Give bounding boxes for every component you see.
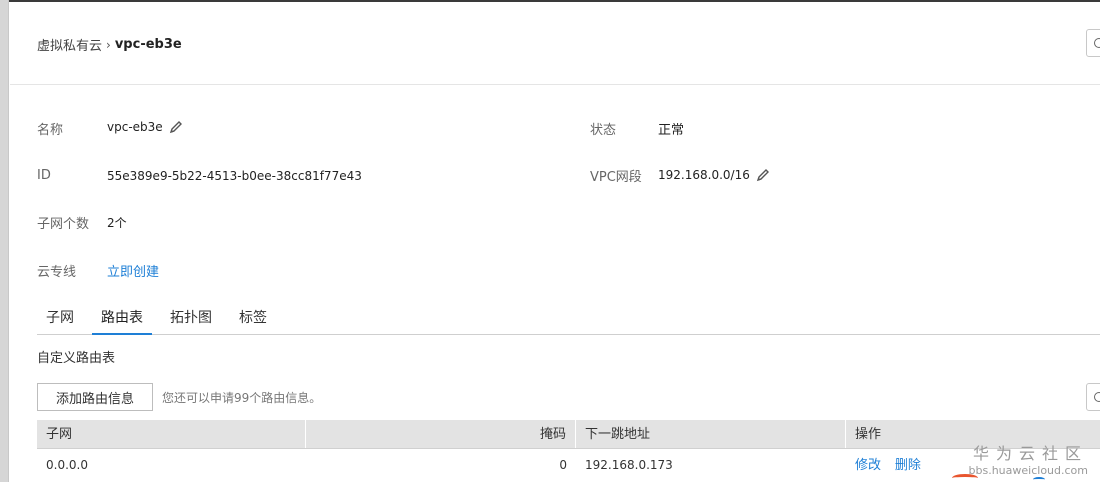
cidr-label: VPC网段	[590, 170, 642, 185]
status-label: 状态	[590, 123, 617, 138]
cidr-value-row: 192.168.0.0/16	[658, 168, 770, 182]
subnet-count-value: 2个	[107, 216, 127, 230]
page-header: 虚拟私有云 › vpc-eb3e	[10, 2, 1100, 85]
add-route-button[interactable]: 添加路由信息	[37, 383, 153, 411]
left-sidebar-strip	[0, 0, 9, 482]
refresh-icon	[1094, 392, 1100, 402]
watermark: 华为云社区 bbs.huaweicloud.com	[969, 440, 1088, 477]
create-direct-connect-link[interactable]: 立即创建	[107, 261, 159, 280]
edit-name-pencil-icon[interactable]	[169, 120, 183, 134]
column-header-subnet: 子网	[37, 420, 306, 448]
route-table: 子网 掩码 下一跳地址 操作 0.0.0.0 0 192.168.0.173 修…	[37, 420, 1100, 482]
annotation-blue-stroke	[1033, 477, 1045, 482]
breadcrumb-current: vpc-eb3e	[114, 37, 182, 52]
name-value-row: vpc-eb3e	[107, 120, 183, 134]
tab-topology[interactable]: 拓扑图	[161, 303, 221, 335]
name-label: 名称	[37, 123, 64, 138]
tab-route-table[interactable]: 路由表	[92, 303, 152, 335]
refresh-button[interactable]	[1086, 29, 1100, 57]
route-table-title: 自定义路由表	[37, 351, 116, 366]
table-refresh-button[interactable]	[1086, 383, 1100, 411]
status-value: 正常	[658, 123, 685, 138]
watermark-title: 华为云社区	[972, 444, 1088, 463]
cell-subnet: 0.0.0.0	[46, 458, 88, 472]
column-header-next-hop: 下一跳地址	[576, 420, 846, 448]
cell-mask: 0	[559, 458, 567, 472]
delete-route-link[interactable]: 删除	[895, 458, 921, 473]
detail-tabs: 子网 路由表 拓扑图 标签	[37, 303, 1100, 335]
id-value: 55e389e9-5b22-4513-b0ee-38cc81f77e43	[107, 169, 362, 183]
breadcrumb: 虚拟私有云 › vpc-eb3e	[37, 35, 182, 54]
refresh-icon	[1094, 38, 1100, 48]
table-row: 0.0.0.0 0 192.168.0.173 修改 删除	[37, 449, 1100, 482]
cidr-value: 192.168.0.0/16	[658, 168, 750, 182]
breadcrumb-parent-link[interactable]: 虚拟私有云	[37, 35, 102, 54]
route-quota-hint: 您还可以申请99个路由信息。	[162, 391, 322, 405]
cell-next-hop: 192.168.0.173	[585, 458, 673, 472]
edit-route-link[interactable]: 修改	[855, 458, 881, 473]
watermark-url: bbs.huaweicloud.com	[968, 464, 1088, 477]
table-header: 子网 掩码 下一跳地址 操作	[37, 420, 1100, 449]
annotation-red-stroke	[952, 474, 978, 482]
subnet-count-label: 子网个数	[37, 217, 90, 232]
tab-subnet[interactable]: 子网	[37, 303, 83, 335]
direct-connect-label: 云专线	[37, 265, 77, 280]
tab-tags[interactable]: 标签	[230, 303, 276, 335]
edit-cidr-pencil-icon[interactable]	[756, 168, 770, 182]
name-value: vpc-eb3e	[107, 120, 163, 134]
chevron-right-icon: ›	[106, 37, 111, 52]
column-header-mask: 掩码	[306, 420, 576, 448]
id-label: ID	[37, 168, 51, 183]
